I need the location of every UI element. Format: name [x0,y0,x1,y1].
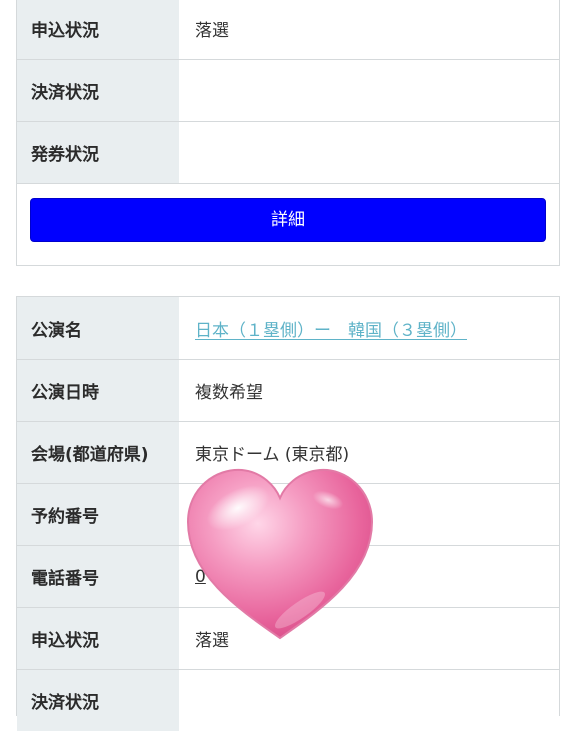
row-performance-datetime: 公演日時 複数希望 [17,359,559,421]
label-performance-name: 公演名 [17,297,179,359]
label-payment-status: 決済状況 [17,60,179,121]
heart-sticker-icon [186,468,374,640]
application-card-1: 申込状況 落選 決済状況 発券状況 詳細 [16,0,560,266]
value-payment-status-2 [179,670,559,731]
label-application-status: 申込状況 [17,0,179,59]
row-ticketing-status: 発券状況 [17,121,559,183]
row-payment-status: 決済状況 [17,59,559,121]
label-reservation-number: 予約番号 [17,484,179,545]
row-performance-name: 公演名 日本（１塁側）ー 韓国（３塁側） [17,297,559,359]
value-payment-status [179,60,559,121]
value-ticketing-status [179,122,559,183]
performance-name-link[interactable]: 日本（１塁側）ー 韓国（３塁側） [195,316,467,341]
row-application-status: 申込状況 落選 [17,0,559,59]
label-venue: 会場(都道府県) [17,422,179,483]
row-payment-status-2: 決済状況 [17,669,559,731]
button-area: 詳細 [17,183,559,265]
detail-button[interactable]: 詳細 [30,198,546,242]
label-payment-status-2: 決済状況 [17,670,179,731]
value-application-status: 落選 [179,0,559,59]
label-ticketing-status: 発券状況 [17,122,179,183]
label-phone-number: 電話番号 [17,546,179,607]
value-performance-name: 日本（１塁側）ー 韓国（３塁側） [179,297,559,359]
value-performance-datetime: 複数希望 [179,360,559,421]
label-performance-datetime: 公演日時 [17,360,179,421]
label-application-status-2: 申込状況 [17,608,179,669]
